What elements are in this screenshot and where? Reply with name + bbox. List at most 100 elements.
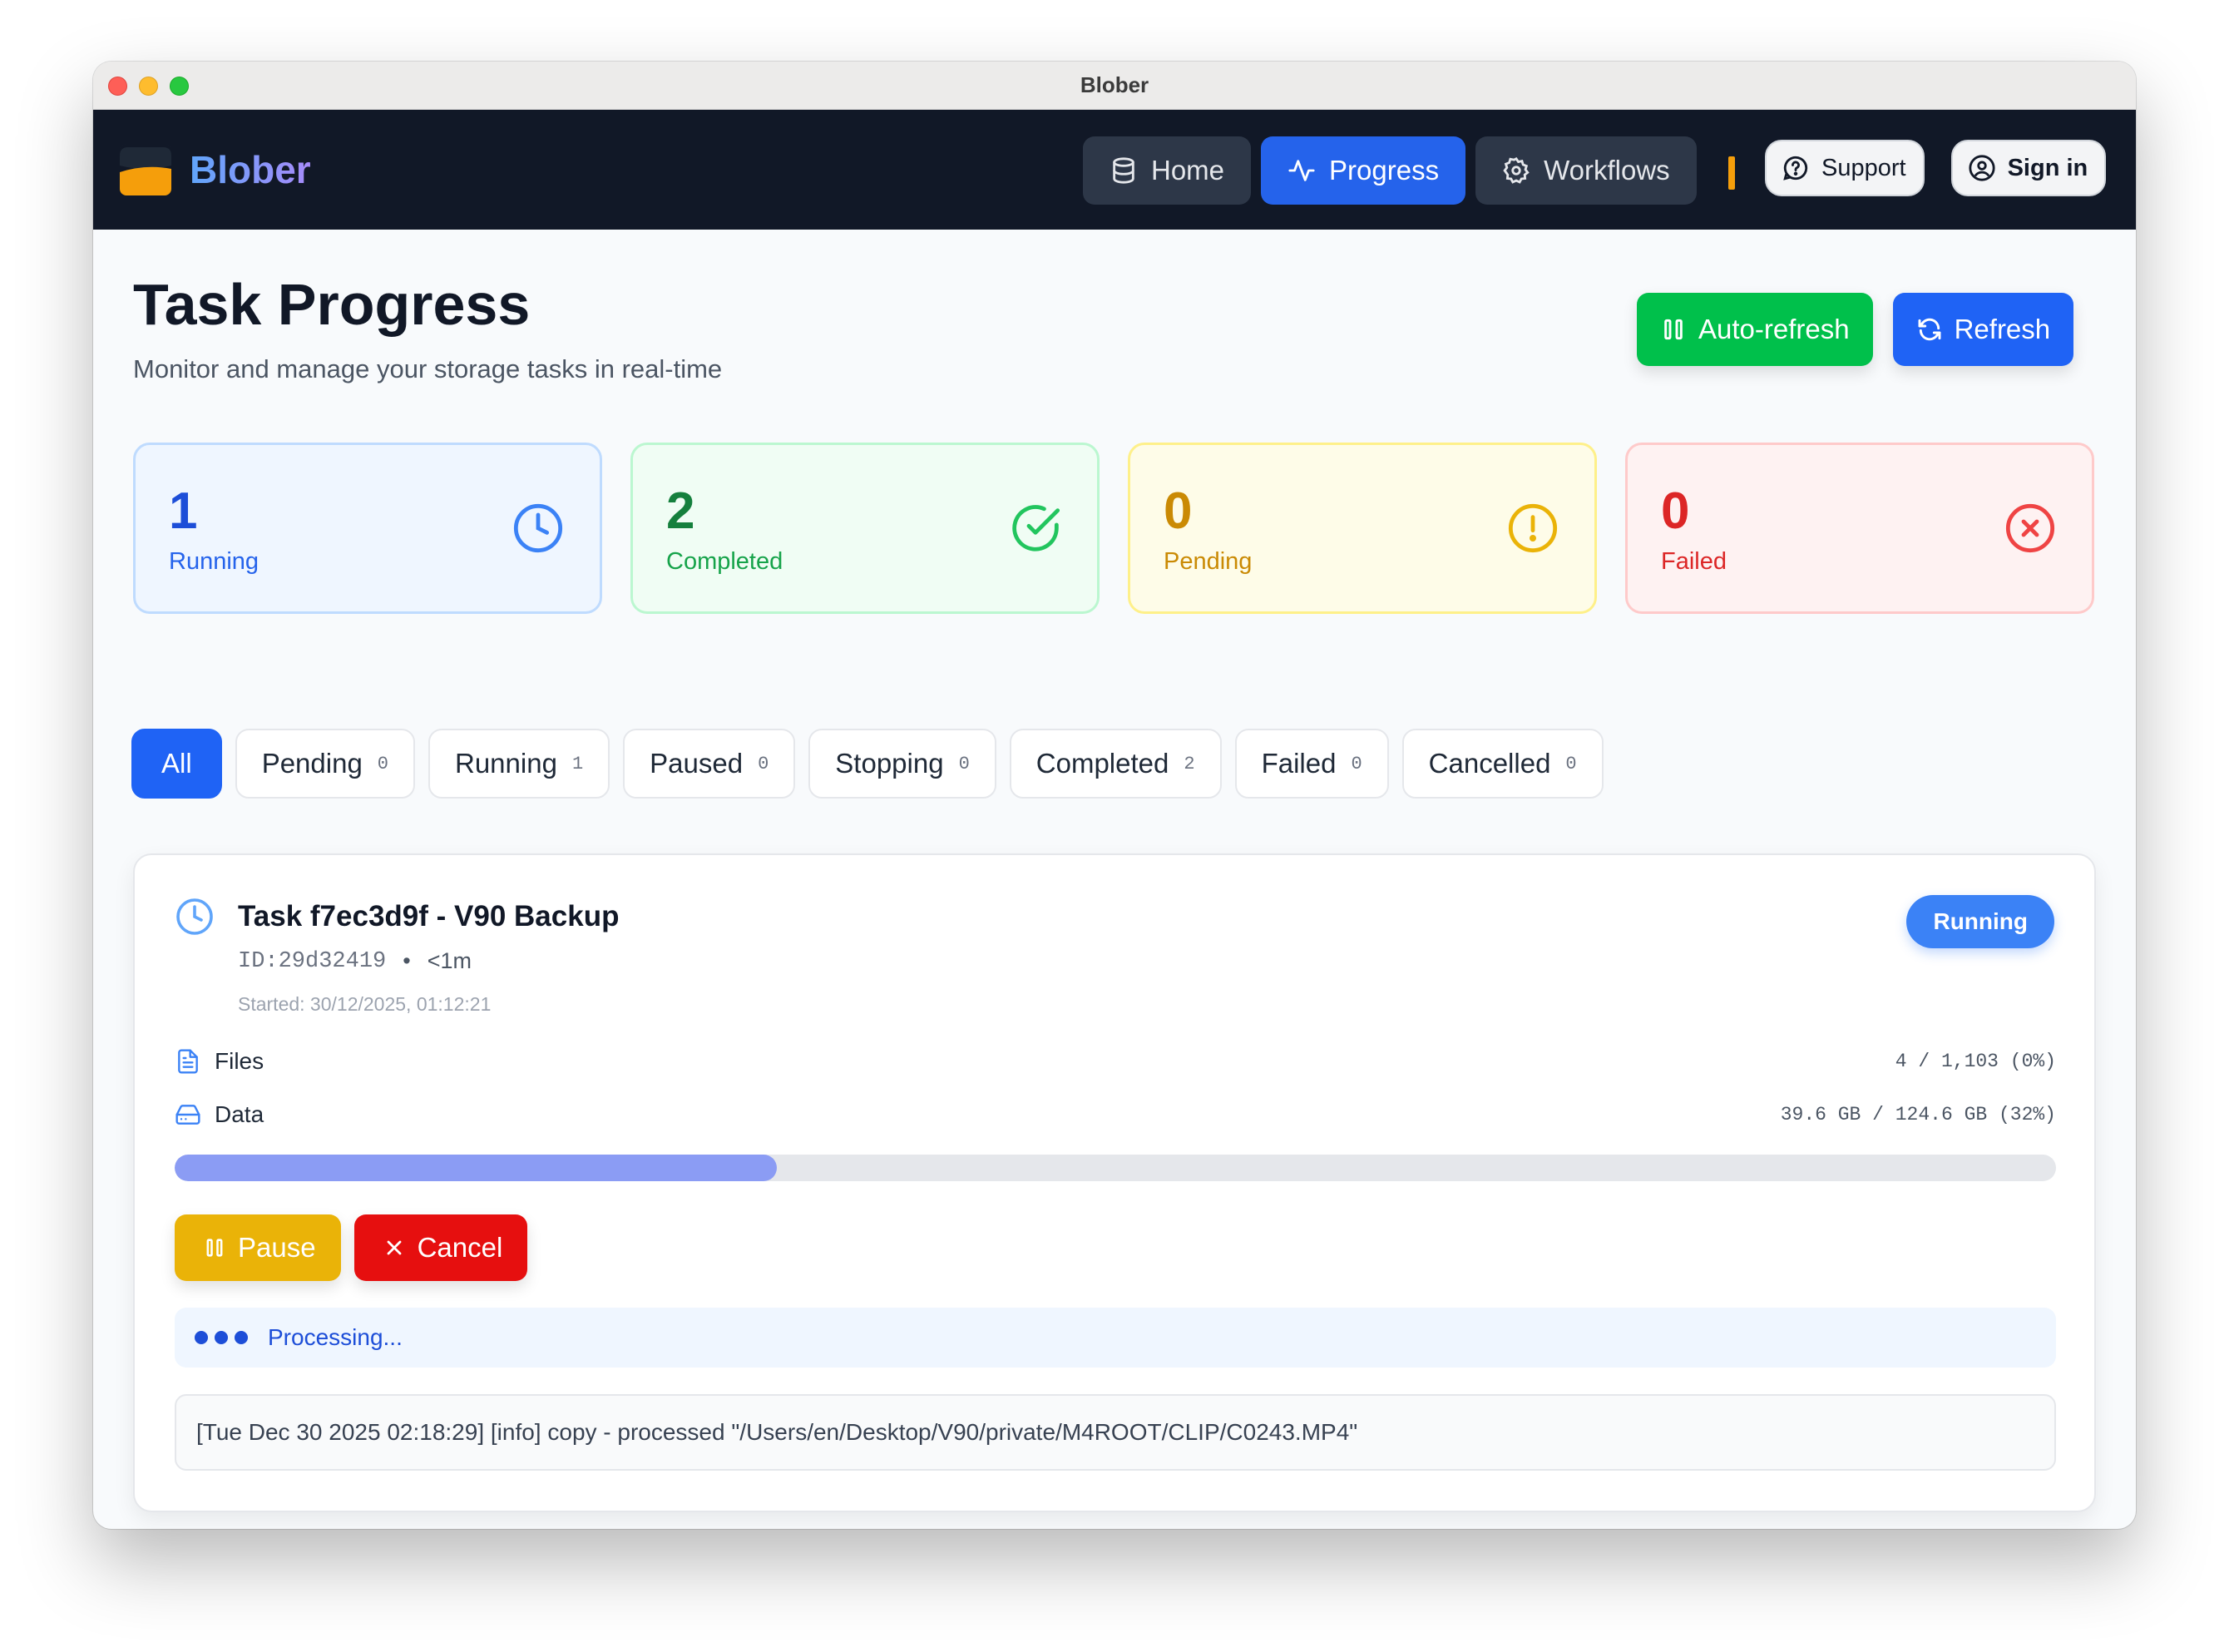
filter-paused-count: 0: [758, 753, 769, 774]
filter-cancelled-count: 0: [1565, 753, 1577, 774]
filter-stopping-label: Stopping: [835, 748, 944, 779]
status-badge: Running: [1906, 895, 2054, 948]
filter-tab-failed[interactable]: Failed 0: [1234, 729, 1389, 799]
files-metric-row: Files 4 / 1,103 (0%): [175, 1048, 2056, 1075]
top-navbar: Blober Home Progress Workflows Support S…: [93, 110, 2136, 230]
progress-bar-fill: [175, 1155, 777, 1181]
hard-drive-icon: [175, 1105, 200, 1125]
window-controls: [108, 77, 189, 96]
processing-indicator: Processing...: [175, 1308, 2056, 1368]
task-id: ID:29d32419: [238, 948, 387, 974]
filter-failed-count: 0: [1351, 753, 1362, 774]
filter-running-count: 1: [571, 753, 584, 774]
gear-icon: [1503, 157, 1530, 184]
filter-pending-label: Pending: [261, 748, 363, 779]
auto-refresh-button[interactable]: Auto-refresh: [1637, 293, 1873, 366]
nav-divider: [1728, 156, 1735, 190]
filter-running-label: Running: [455, 748, 557, 779]
stat-pending-count: 0: [1164, 482, 1193, 540]
loading-dots-icon: [195, 1331, 248, 1344]
cancel-button[interactable]: Cancel: [353, 1214, 528, 1281]
stats-row: 1 Running 2 Completed 0 Pending 0 Failed: [133, 443, 2094, 614]
help-circle-icon: [1783, 156, 1808, 181]
processing-text: Processing...: [268, 1324, 403, 1350]
stat-pending-label: Pending: [1164, 548, 1253, 575]
filter-tab-cancelled[interactable]: Cancelled 0: [1401, 729, 1604, 799]
clock-icon: [513, 503, 563, 553]
filter-tab-paused[interactable]: Paused 0: [623, 729, 796, 799]
filter-all-label: All: [161, 748, 192, 779]
filter-failed-label: Failed: [1261, 748, 1337, 779]
maximize-window-button[interactable]: [170, 77, 189, 96]
refresh-button[interactable]: Refresh: [1892, 293, 2074, 366]
task-card: Task f7ec3d9f - V90 Backup ID:29d32419 •…: [133, 853, 2096, 1512]
stat-card-failed: 0 Failed: [1625, 443, 2094, 614]
nav-right: Support Sign in: [1765, 140, 2107, 196]
filter-paused-label: Paused: [650, 748, 744, 779]
nav-workflows-label: Workflows: [1544, 155, 1670, 185]
support-button[interactable]: Support: [1765, 140, 1925, 196]
status-filter-tabs: All Pending 0 Running 1 Paused 0 Stoppin…: [131, 729, 1604, 799]
auto-refresh-label: Auto-refresh: [1698, 314, 1850, 344]
filter-cancelled-label: Cancelled: [1428, 748, 1551, 779]
filter-completed-label: Completed: [1035, 748, 1169, 779]
stat-card-pending: 0 Pending: [1128, 443, 1597, 614]
filter-tab-all[interactable]: All: [131, 729, 222, 799]
stat-running-count: 1: [169, 482, 198, 540]
page-title: Task Progress: [133, 272, 531, 337]
minimize-window-button[interactable]: [139, 77, 158, 96]
app-window: Blober Blober Home Progress Workflows Su…: [93, 62, 2136, 1529]
data-metric-row: Data 39.6 GB / 124.6 GB (32%): [175, 1101, 2056, 1128]
x-circle-icon: [2005, 503, 2055, 553]
nav-progress-button[interactable]: Progress: [1261, 136, 1466, 205]
data-label: Data: [215, 1101, 264, 1127]
filter-tab-completed[interactable]: Completed 2: [1009, 729, 1222, 799]
nav-progress-label: Progress: [1329, 155, 1440, 185]
task-actions: Pause Cancel: [175, 1214, 528, 1281]
progress-bar: [175, 1155, 2056, 1181]
filter-tab-running[interactable]: Running 1: [428, 729, 610, 799]
task-log-line: [Tue Dec 30 2025 02:18:29] [info] copy -…: [175, 1394, 2056, 1471]
close-window-button[interactable]: [108, 77, 127, 96]
task-title: Task f7ec3d9f - V90 Backup: [238, 900, 620, 932]
signin-label: Sign in: [2007, 154, 2088, 181]
stat-running-label: Running: [169, 548, 259, 575]
filter-pending-count: 0: [377, 753, 388, 774]
title-bar: Blober: [93, 62, 2136, 110]
support-label: Support: [1821, 154, 1906, 181]
task-duration: <1m: [427, 948, 472, 973]
pause-button[interactable]: Pause: [175, 1214, 341, 1281]
filter-stopping-count: 0: [958, 753, 970, 774]
page-subtitle: Monitor and manage your storage tasks in…: [133, 354, 723, 383]
header-actions: Auto-refresh Refresh: [1637, 293, 2074, 366]
pause-label: Pause: [238, 1232, 316, 1263]
refresh-icon: [1918, 318, 1941, 341]
nav-workflows-button[interactable]: Workflows: [1475, 136, 1697, 205]
nav-links: Home Progress Workflows: [1083, 136, 1697, 205]
pause-icon: [1664, 319, 1683, 340]
stat-failed-label: Failed: [1661, 548, 1727, 575]
database-icon: [1113, 157, 1134, 184]
window-title: Blober: [1080, 72, 1149, 97]
brand-logo-icon: [120, 144, 171, 195]
alert-circle-icon: [1508, 503, 1558, 553]
meta-separator: •: [403, 948, 411, 973]
refresh-label: Refresh: [1954, 314, 2051, 344]
filter-tab-pending[interactable]: Pending 0: [235, 729, 415, 799]
user-circle-icon: [1968, 155, 1995, 181]
nav-home-button[interactable]: Home: [1083, 136, 1252, 205]
activity-icon: [1288, 160, 1315, 181]
nav-home-label: Home: [1151, 155, 1225, 185]
filter-tab-stopping[interactable]: Stopping 0: [808, 729, 996, 799]
stat-completed-count: 2: [666, 482, 695, 540]
brand[interactable]: Blober: [120, 144, 311, 195]
stat-failed-count: 0: [1661, 482, 1690, 540]
cancel-label: Cancel: [417, 1232, 503, 1263]
signin-button[interactable]: Sign in: [1950, 140, 2107, 196]
files-label: Files: [215, 1048, 264, 1074]
stat-card-completed: 2 Completed: [630, 443, 1100, 614]
file-text-icon: [178, 1049, 198, 1074]
stat-card-running: 1 Running: [133, 443, 602, 614]
task-meta: ID:29d32419 • <1m: [238, 948, 472, 974]
data-value: 39.6 GB / 124.6 GB (32%): [1780, 1104, 2056, 1125]
